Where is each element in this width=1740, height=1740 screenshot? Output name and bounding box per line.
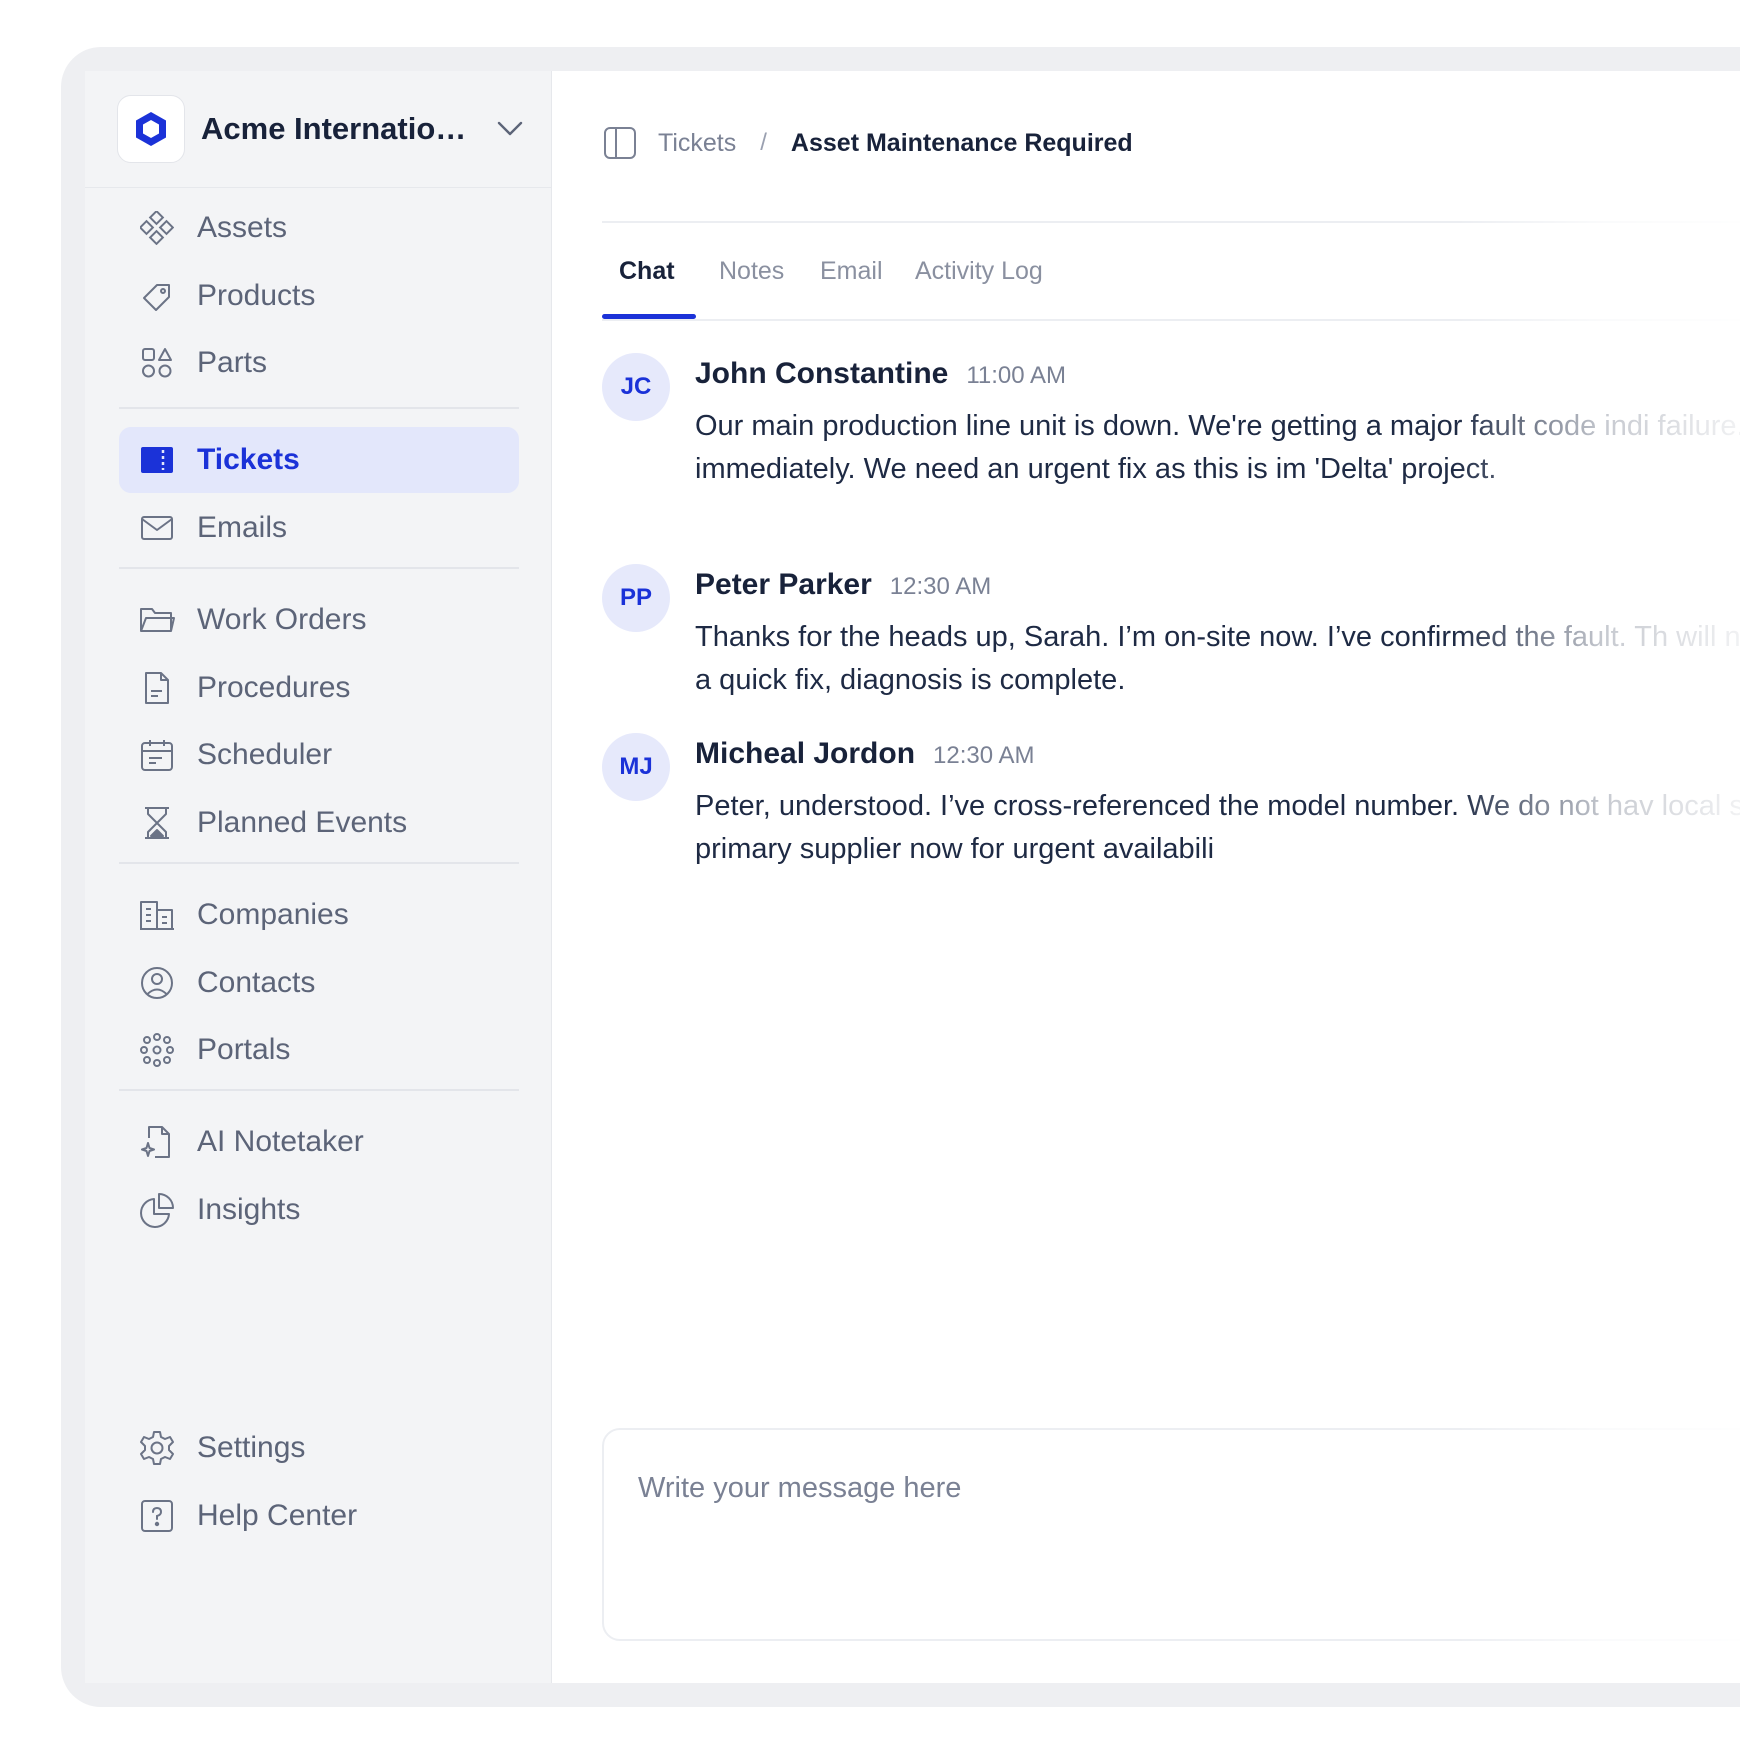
divider	[119, 407, 519, 409]
sidebar-item-label: Portals	[197, 1033, 291, 1066]
tab-notes[interactable]: Notes	[719, 223, 784, 319]
message-composer[interactable]	[602, 1428, 1740, 1641]
sidebar-item-ai-notetaker[interactable]: AI Notetaker	[119, 1109, 519, 1175]
message-input[interactable]	[638, 1472, 1738, 1505]
sidebar-item-label: Parts	[197, 346, 268, 379]
ticket-icon	[137, 440, 177, 480]
sidebar-item-companies[interactable]: Companies	[119, 882, 519, 948]
sidebar-item-planned-events[interactable]: Planned Events	[119, 790, 519, 856]
sidebar-item-label: Assets	[197, 211, 288, 244]
tab-email[interactable]: Email	[820, 223, 883, 319]
ai-file-icon	[137, 1122, 177, 1162]
sidebar: Acme Internation... Assets Products Part…	[85, 71, 552, 1683]
message-author: John Constantine	[695, 357, 949, 390]
message-text: Thanks for the heads up, Sarah. I’m on-s…	[695, 621, 1740, 696]
message-header: John Constantine 11:00 AM	[695, 357, 1066, 391]
sidebar-item-label: Settings	[197, 1431, 306, 1464]
breadcrumb-separator: /	[760, 129, 767, 156]
folder-icon	[137, 600, 177, 640]
building-icon	[137, 895, 177, 935]
chevron-down-icon[interactable]	[495, 114, 525, 144]
sidebar-item-label: Help Center	[197, 1499, 358, 1532]
sidebar-item-assets[interactable]: Assets	[119, 195, 519, 261]
sidebar-item-parts[interactable]: Parts	[119, 330, 519, 396]
pie-chart-icon	[137, 1190, 177, 1230]
sidebar-item-scheduler[interactable]: Scheduler	[119, 722, 519, 788]
message-text: Our main production line unit is down. W…	[695, 410, 1740, 485]
message-author: Micheal Jordon	[695, 737, 916, 770]
message-author: Peter Parker	[695, 568, 872, 601]
sidebar-item-label: Insights	[197, 1193, 301, 1226]
sidebar-item-products[interactable]: Products	[119, 263, 519, 329]
app-window: Acme Internation... Assets Products Part…	[85, 71, 1740, 1683]
sidebar-item-label: Scheduler	[197, 738, 333, 771]
sidebar-item-settings[interactable]: Settings	[119, 1415, 519, 1481]
hourglass-icon	[137, 803, 177, 843]
sidebar-item-label: Companies	[197, 898, 349, 931]
breadcrumb-parent[interactable]: Tickets	[658, 129, 736, 158]
divider	[119, 1089, 519, 1091]
sidebar-item-label: Emails	[197, 511, 288, 544]
sidebar-item-label: AI Notetaker	[197, 1125, 364, 1158]
gear-icon	[137, 1428, 177, 1468]
network-icon	[137, 1030, 177, 1070]
user-circle-icon	[137, 963, 177, 1003]
sidebar-item-label: Products	[197, 279, 316, 312]
sidebar-toggle-icon[interactable]	[602, 125, 638, 161]
calendar-icon	[137, 735, 177, 775]
divider	[119, 567, 519, 569]
sidebar-item-insights[interactable]: Insights	[119, 1177, 519, 1243]
avatar: JC	[602, 353, 670, 421]
assets-icon	[137, 208, 177, 248]
sidebar-item-work-orders[interactable]: Work Orders	[119, 587, 519, 653]
message-time: 12:30 AM	[933, 742, 1035, 769]
org-logo	[117, 95, 185, 163]
sidebar-item-contacts[interactable]: Contacts	[119, 950, 519, 1016]
sidebar-item-tickets[interactable]: Tickets	[119, 427, 519, 493]
divider	[119, 862, 519, 864]
message-text: Peter, understood. I’ve cross-referenced…	[695, 790, 1740, 865]
divider	[602, 319, 1740, 321]
avatar: MJ	[602, 733, 670, 801]
sidebar-item-emails[interactable]: Emails	[119, 495, 519, 561]
shapes-icon	[137, 343, 177, 383]
sidebar-item-help-center[interactable]: Help Center	[119, 1483, 519, 1549]
message-time: 11:00 AM	[966, 362, 1066, 389]
sidebar-item-label: Planned Events	[197, 806, 408, 839]
sidebar-item-procedures[interactable]: Procedures	[119, 655, 519, 721]
tab-chat[interactable]: Chat	[619, 223, 675, 319]
org-name: Acme Internation...	[201, 111, 471, 146]
sidebar-item-label: Contacts	[197, 966, 316, 999]
document-icon	[137, 668, 177, 708]
sidebar-item-label: Procedures	[197, 671, 351, 704]
breadcrumb: Tickets / Asset Maintenance Required	[602, 123, 1133, 163]
breadcrumb-current: Asset Maintenance Required	[790, 128, 1133, 157]
tab-activity-log[interactable]: Activity Log	[915, 223, 1043, 319]
tag-icon	[137, 276, 177, 316]
message-time: 12:30 AM	[889, 573, 992, 600]
sidebar-item-label: Work Orders	[197, 603, 367, 636]
sidebar-item-portals[interactable]: Portals	[119, 1017, 519, 1083]
message-header: Micheal Jordon 12:30 AM	[695, 737, 1034, 771]
avatar: PP	[602, 564, 670, 632]
help-icon	[137, 1496, 177, 1536]
mail-icon	[137, 508, 177, 548]
sidebar-item-label: Tickets	[197, 443, 300, 476]
message-header: Peter Parker 12:30 AM	[695, 568, 991, 602]
org-switcher[interactable]: Acme Internation...	[85, 71, 551, 188]
main-panel: Tickets / Asset Maintenance Required Cha…	[552, 71, 1740, 1683]
